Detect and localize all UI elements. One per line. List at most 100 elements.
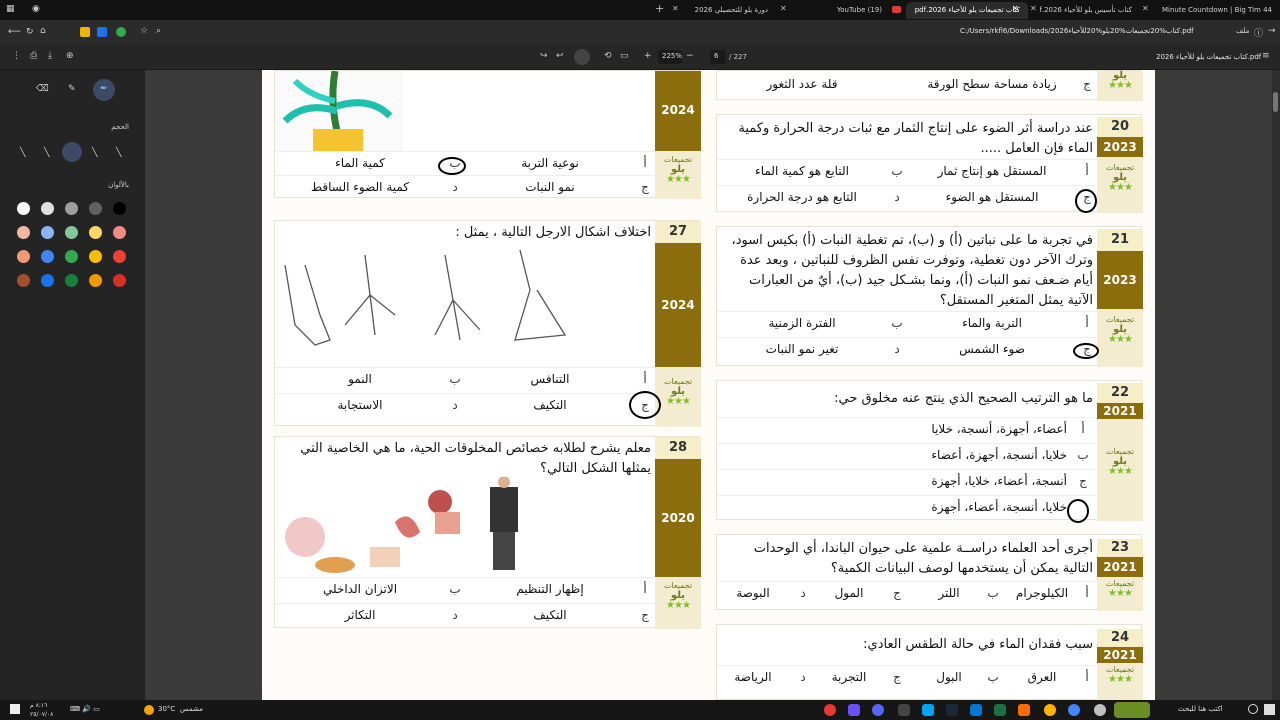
steam-icon[interactable]: [946, 704, 958, 716]
zoom-input[interactable]: 225%: [658, 50, 682, 64]
size-option[interactable]: ╲: [116, 148, 121, 158]
color-swatch[interactable]: [65, 202, 78, 215]
option-d[interactable]: البوصة: [721, 586, 785, 600]
color-swatch[interactable]: [113, 202, 126, 215]
app-icon[interactable]: [1018, 704, 1030, 716]
fit-page-icon[interactable]: ▭: [620, 51, 629, 61]
folder-icon[interactable]: [1044, 704, 1056, 716]
option-b[interactable]: كمية الماء: [285, 156, 435, 170]
color-swatch[interactable]: [17, 250, 30, 263]
color-swatch[interactable]: [41, 250, 54, 263]
option-a[interactable]: العرق: [1007, 670, 1077, 684]
star-icon[interactable]: ☆: [140, 26, 148, 36]
option-d[interactable]: التابع هو درجة الحرارة: [722, 190, 882, 204]
color-swatch[interactable]: [113, 226, 126, 239]
tab-youtube[interactable]: (19) YouTube: [790, 2, 890, 19]
option-d[interactable]: تغير نمو النبات: [722, 342, 882, 356]
close-icon[interactable]: ✕: [780, 4, 787, 13]
close-icon[interactable]: ✕: [1012, 4, 1019, 13]
option-a[interactable]: أعضاء، أجهزة، أنسجة، خلايا: [817, 422, 1067, 436]
color-swatch[interactable]: [17, 226, 30, 239]
download-icon[interactable]: ⤓: [48, 51, 52, 61]
option-a[interactable]: التربة والماء: [912, 316, 1072, 330]
app-icon[interactable]: [970, 704, 982, 716]
scrollbar[interactable]: [1272, 70, 1280, 700]
option-b[interactable]: خلايا، أنسجة، أجهزة، أعضاء: [817, 448, 1067, 462]
color-swatch[interactable]: [41, 202, 54, 215]
option-a[interactable]: المستقل هو إنتاج ثمار: [912, 164, 1072, 178]
clock-date[interactable]: ٢٥/٠٧/٠٨: [30, 711, 53, 718]
page-input[interactable]: 6: [710, 50, 726, 64]
highlighter-icon[interactable]: ✎: [68, 84, 76, 94]
zoom-out-button[interactable]: −: [686, 51, 694, 61]
option-d[interactable]: قلة عدد الثغور: [727, 77, 877, 91]
color-swatch[interactable]: [89, 250, 102, 263]
option-c[interactable]: التكيف: [475, 608, 625, 622]
tray-icons[interactable]: ⌨ 🔊 ▭: [70, 705, 100, 713]
option-b[interactable]: البول: [917, 670, 981, 684]
size-option-selected[interactable]: [62, 142, 82, 162]
app-icon[interactable]: [824, 704, 836, 716]
save-icon[interactable]: ⊕: [66, 51, 74, 61]
option-c[interactable]: التجربة: [817, 670, 881, 684]
search-icon[interactable]: [1248, 704, 1258, 714]
option-b[interactable]: التابع هو كمية الماء: [722, 164, 882, 178]
option-d[interactable]: الرياضة: [721, 670, 785, 684]
option-b[interactable]: الفترة الزمنية: [722, 316, 882, 330]
option-d[interactable]: الاستجابة: [285, 398, 435, 412]
notification-icon[interactable]: [10, 704, 20, 714]
option-c[interactable]: التكيف: [475, 398, 625, 412]
option-c[interactable]: المستقل هو الضوء: [912, 190, 1072, 204]
option-a[interactable]: التنافس: [475, 372, 625, 386]
option-c[interactable]: أنسجة، أعضاء، خلايا، أجهزة: [817, 474, 1067, 488]
option-b[interactable]: الاتزان الداخلي: [285, 582, 435, 596]
app-icon[interactable]: [898, 704, 910, 716]
extension-icon[interactable]: [116, 27, 126, 37]
search-icon[interactable]: ⌕: [156, 26, 161, 36]
discord-icon[interactable]: [872, 704, 884, 716]
info-icon[interactable]: ⓘ: [1254, 26, 1263, 39]
home-icon[interactable]: ⌂: [40, 26, 46, 36]
color-swatch[interactable]: [17, 274, 30, 287]
tab-course[interactable]: دورة يلو للتحصيلي 2026: [680, 2, 776, 19]
color-swatch[interactable]: [41, 226, 54, 239]
option-a[interactable]: الكيلوجرام: [1007, 586, 1077, 600]
app-icon[interactable]: [1094, 704, 1106, 716]
extension-icon[interactable]: [80, 27, 90, 37]
more-icon[interactable]: ⋮: [12, 51, 21, 61]
color-swatch[interactable]: [65, 250, 78, 263]
option-c[interactable]: زيادة مساحة سطح الورقة: [912, 77, 1072, 91]
undo-icon[interactable]: ↩: [556, 51, 564, 61]
app-icon[interactable]: [922, 704, 934, 716]
reload-icon[interactable]: ↻: [26, 27, 34, 37]
option-a[interactable]: نوعية التربة: [475, 156, 625, 170]
app-icon[interactable]: [848, 704, 860, 716]
color-swatch[interactable]: [65, 226, 78, 239]
url-text[interactable]: C:/Users/rkfl6/Downloads/2026كتاب%20تجمي…: [960, 27, 1194, 35]
color-swatch[interactable]: [17, 202, 30, 215]
color-swatch[interactable]: [89, 226, 102, 239]
zoom-in-button[interactable]: +: [644, 51, 652, 61]
browser-menu-icon[interactable]: ◉: [32, 4, 40, 14]
tab-countdown[interactable]: 44 Minute Countdown | Big Tim: [1156, 2, 1280, 19]
chrome-icon[interactable]: [1068, 704, 1080, 716]
menu-icon[interactable]: ≡: [1262, 51, 1270, 61]
draw-toggle-button[interactable]: [574, 49, 590, 65]
back-arrow-icon[interactable]: →: [1268, 26, 1276, 36]
size-option[interactable]: ╲: [20, 148, 25, 158]
size-option[interactable]: ╲: [44, 148, 49, 158]
color-swatch[interactable]: [89, 274, 102, 287]
weather-temp[interactable]: 30°C: [158, 705, 175, 713]
close-icon[interactable]: ✕: [1030, 4, 1037, 13]
color-swatch[interactable]: [113, 274, 126, 287]
search-box[interactable]: اكتب هنا للبحث: [1178, 705, 1223, 713]
tab-foundation-pdf[interactable]: كتاب تأسيس يلو للأحياء 2026.pdf: [1040, 2, 1140, 19]
eraser-icon[interactable]: ⌫: [36, 84, 49, 94]
windows-start-icon[interactable]: [1264, 704, 1275, 715]
option-d[interactable]: كمية الضوء الساقط: [285, 180, 435, 194]
extension-icon[interactable]: [97, 27, 107, 37]
rotate-icon[interactable]: ⟲: [604, 51, 612, 61]
color-swatch[interactable]: [113, 250, 126, 263]
print-icon[interactable]: ⎙: [30, 51, 37, 61]
tab-collections-pdf[interactable]: كتاب تجميعات يلو للأحياء 2026.pdf: [906, 2, 1028, 19]
